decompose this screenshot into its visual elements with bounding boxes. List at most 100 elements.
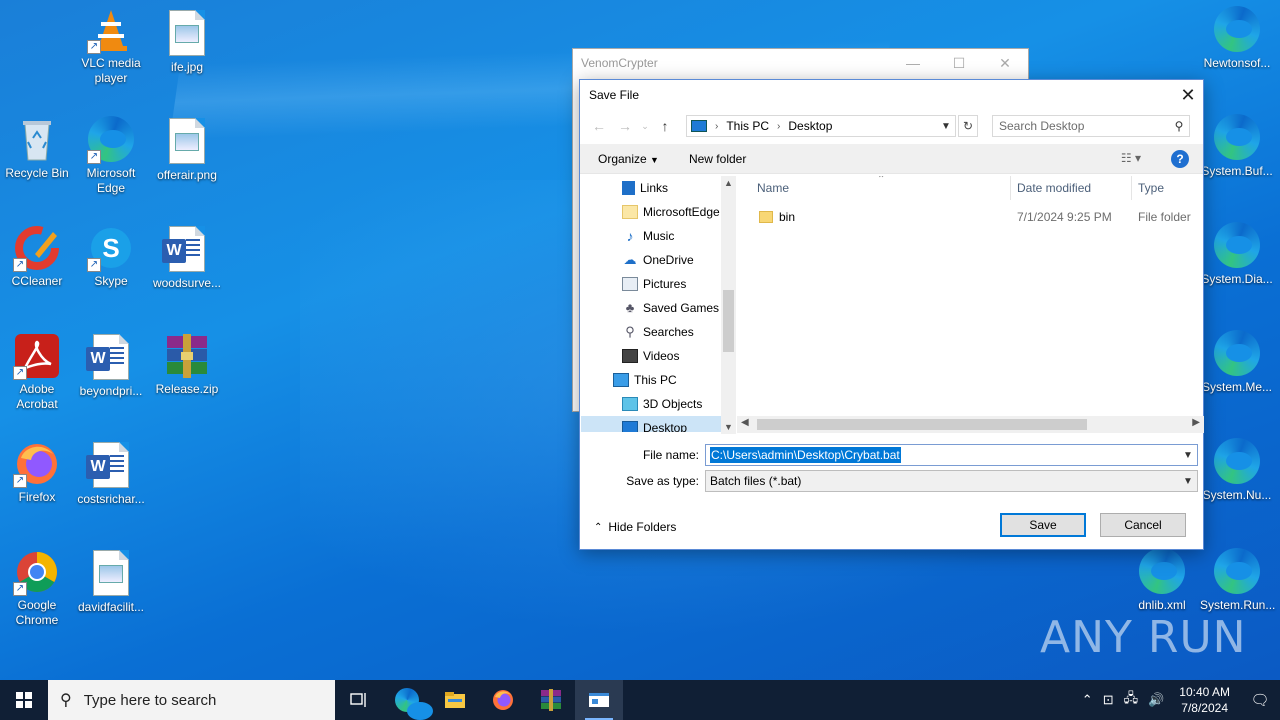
scroll-right-icon[interactable]: ▶ xyxy=(1192,417,1200,428)
taskbar-winrar-icon[interactable] xyxy=(527,680,575,720)
tree-item-music[interactable]: ♪ Music xyxy=(581,224,721,248)
desktop-icon-davidfacilit[interactable]: davidfacilit... xyxy=(74,550,148,615)
start-button[interactable] xyxy=(0,680,48,720)
chrome-icon: ↗ xyxy=(13,548,61,596)
organize-dropdown-icon: ▼ xyxy=(650,154,659,165)
desktop-icon-newtonsoft[interactable]: Newtonsof... xyxy=(1200,6,1274,71)
tree-scrollbar[interactable]: ▲ ▼ xyxy=(721,176,736,434)
view-options-icon[interactable]: ☷ ▾ xyxy=(1121,151,1141,165)
taskbar-search-box[interactable]: ⚲ Type here to search xyxy=(48,680,335,720)
up-arrow-icon[interactable]: ↑ xyxy=(652,118,678,134)
taskbar-firefox-icon[interactable] xyxy=(479,680,527,720)
desktop-icon-system-nu[interactable]: System.Nu... xyxy=(1200,438,1274,503)
tray-chevron-up-icon[interactable]: ⌃ xyxy=(1082,692,1093,708)
file-list-horizontal-scrollbar[interactable]: ◀ ▶ xyxy=(737,416,1204,433)
dialog-close-icon[interactable]: ✕ xyxy=(1173,85,1203,106)
network-icon[interactable]: 🖧 xyxy=(1124,689,1139,711)
task-view-icon[interactable] xyxy=(335,680,383,720)
file-row[interactable]: bin 7/1/2024 9:25 PM File folder xyxy=(737,205,1204,229)
desktop-icon-skype[interactable]: S ↗ Skype xyxy=(74,224,148,289)
tree-item-videos[interactable]: Videos xyxy=(581,344,721,368)
organize-button[interactable]: Organize ▼ xyxy=(598,152,659,166)
desktop-icon-adobe-acrobat[interactable]: ↗ Adobe Acrobat xyxy=(0,332,74,412)
file-name-input[interactable]: C:\Users\admin\Desktop\Crybat.bat ▼ xyxy=(705,444,1198,466)
tray-device-icon[interactable]: ⊡ xyxy=(1103,692,1114,708)
scroll-left-icon[interactable]: ◀ xyxy=(741,417,749,428)
desktop-icon-label: dnlib.xml xyxy=(1138,598,1186,612)
desktop-icon-vlc[interactable]: ↗ VLC media player xyxy=(74,6,148,86)
desktop-icon-woodsurve[interactable]: W woodsurve... xyxy=(150,226,224,291)
save-file-dialog[interactable]: Save File ✕ ← → ⌄ ↑ › This PC › Desktop … xyxy=(579,79,1204,550)
file-row-date: 7/1/2024 9:25 PM xyxy=(1017,210,1112,224)
forward-arrow-icon[interactable]: → xyxy=(612,118,638,134)
desktop-icon-beyondpri[interactable]: W beyondpri... xyxy=(74,334,148,399)
desktop-icon-edge[interactable]: ↗ Microsoft Edge xyxy=(74,116,148,196)
file-explorer-icon[interactable] xyxy=(431,680,479,720)
tree-item-onedrive[interactable]: ☁ OneDrive xyxy=(581,248,721,272)
desktop-icon-release-zip[interactable]: Release.zip xyxy=(150,332,224,397)
videos-icon xyxy=(622,349,638,363)
help-icon[interactable]: ? xyxy=(1171,150,1189,168)
back-arrow-icon[interactable]: ← xyxy=(586,118,612,134)
breadcrumb-this-pc[interactable]: This PC xyxy=(726,119,769,133)
tree-item-searches[interactable]: ⚲ Searches xyxy=(581,320,721,344)
desktop-icon-ife-jpg[interactable]: ife.jpg xyxy=(150,10,224,75)
desktop-icon-dnlib-xml[interactable]: dnlib.xml xyxy=(1125,548,1199,613)
chevron-up-icon: ⌃ xyxy=(594,521,603,533)
address-bar[interactable]: › This PC › Desktop ▼ xyxy=(686,115,956,137)
taskbar-venomcrypter-icon[interactable] xyxy=(575,680,623,720)
tree-item-desktop[interactable]: Desktop xyxy=(581,416,721,432)
shortcut-arrow-icon: ↗ xyxy=(13,474,27,488)
column-header-date[interactable]: Date modified xyxy=(1011,176,1132,200)
tree-item-pictures[interactable]: Pictures xyxy=(581,272,721,296)
save-type-dropdown-icon[interactable]: ▼ xyxy=(1179,476,1197,487)
search-box[interactable]: Search Desktop ⚲ xyxy=(992,115,1190,137)
desktop-icon-system-buf[interactable]: System.Buf... xyxy=(1200,114,1274,179)
venom-titlebar[interactable]: VenomCrypter — ☐ ✕ xyxy=(573,49,1028,77)
shortcut-arrow-icon: ↗ xyxy=(87,258,101,272)
links-icon xyxy=(622,181,635,195)
desktop-icon-firefox[interactable]: ↗ Firefox xyxy=(0,440,74,505)
column-header-name[interactable]: Name xyxy=(737,176,1011,200)
scroll-up-icon[interactable]: ▲ xyxy=(721,178,736,188)
new-folder-button[interactable]: New folder xyxy=(689,152,746,166)
refresh-icon[interactable]: ↻ xyxy=(958,115,978,137)
column-header-type[interactable]: Type xyxy=(1132,181,1164,195)
hide-folders-button[interactable]: ⌃ Hide Folders xyxy=(594,520,676,534)
desktop-icon-recycle-bin[interactable]: Recycle Bin xyxy=(0,116,74,181)
desktop-icon-google-chrome[interactable]: ↗ Google Chrome xyxy=(0,548,74,628)
maximize-icon[interactable]: ☐ xyxy=(936,55,982,72)
file-name-dropdown-icon[interactable]: ▼ xyxy=(1179,450,1197,461)
breadcrumb-separator-icon: › xyxy=(777,120,781,132)
recycle-bin-icon xyxy=(13,116,61,164)
clock[interactable]: 10:40 AM 7/8/2024 xyxy=(1179,684,1230,716)
desktop-icon-costsrichar[interactable]: W costsrichar... xyxy=(74,442,148,507)
minimize-icon[interactable]: — xyxy=(890,55,936,72)
desktop-icon-offerair-png[interactable]: offerair.png xyxy=(150,118,224,183)
save-button[interactable]: Save xyxy=(1000,513,1086,537)
scroll-down-icon[interactable]: ▼ xyxy=(721,422,736,432)
tree-item-this-pc[interactable]: This PC xyxy=(581,368,721,392)
recent-chevron-icon[interactable]: ⌄ xyxy=(638,121,652,132)
desktop-icon-system-dia[interactable]: System.Dia... xyxy=(1200,222,1274,287)
breadcrumb-desktop[interactable]: Desktop xyxy=(788,119,832,133)
cancel-button[interactable]: Cancel xyxy=(1100,513,1186,537)
tree-item-microsoftedge[interactable]: MicrosoftEdge xyxy=(581,200,721,224)
desktop-icon-label: Microsoft Edge xyxy=(86,166,136,195)
tree-item-3d-objects[interactable]: 3D Objects xyxy=(581,392,721,416)
desktop-icon-system-run[interactable]: System.Run... xyxy=(1200,548,1275,613)
notification-icon[interactable]: 🗨 xyxy=(1240,691,1280,709)
volume-icon[interactable]: 🔊 xyxy=(1148,692,1164,708)
address-dropdown-icon[interactable]: ▼ xyxy=(937,121,955,132)
tree-item-links[interactable]: Links xyxy=(581,176,721,200)
desktop-icon-system-me[interactable]: System.Me... xyxy=(1200,330,1274,395)
desktop-icon-ccleaner[interactable]: ↗ CCleaner xyxy=(0,224,74,289)
dialog-titlebar[interactable]: Save File ✕ xyxy=(580,80,1203,110)
close-icon[interactable]: ✕ xyxy=(982,55,1028,72)
save-type-select[interactable]: Batch files (*.bat) ▼ xyxy=(705,470,1198,492)
tree-scroll-thumb[interactable] xyxy=(723,290,734,352)
taskbar-edge-icon[interactable] xyxy=(383,680,433,720)
shortcut-arrow-icon: ↗ xyxy=(87,150,101,164)
horizontal-scroll-thumb[interactable] xyxy=(757,419,1087,430)
tree-item-saved-games[interactable]: ♣ Saved Games xyxy=(581,296,721,320)
